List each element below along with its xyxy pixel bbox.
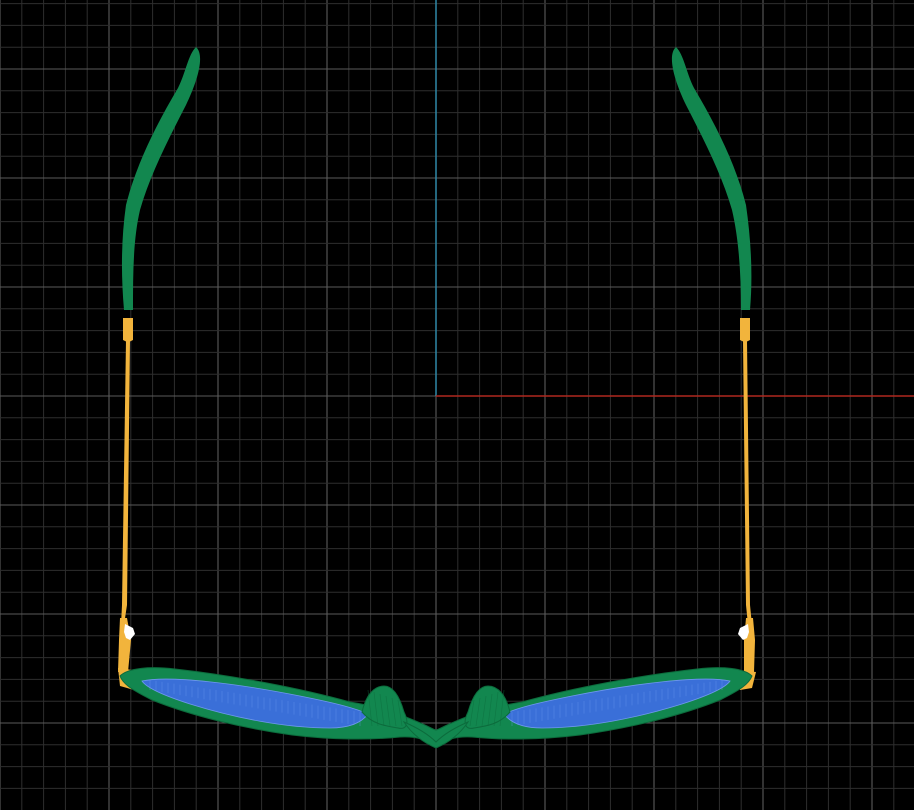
right-temple-connector [740, 318, 750, 342]
left-temple-arm [121, 340, 130, 625]
3d-viewport[interactable] [0, 0, 914, 810]
sunglasses-model[interactable] [118, 47, 756, 749]
left-temple-connector [123, 318, 133, 342]
right-temple[interactable] [671, 47, 756, 690]
viewport-canvas[interactable] [0, 0, 914, 810]
right-temple-arm [743, 340, 752, 625]
